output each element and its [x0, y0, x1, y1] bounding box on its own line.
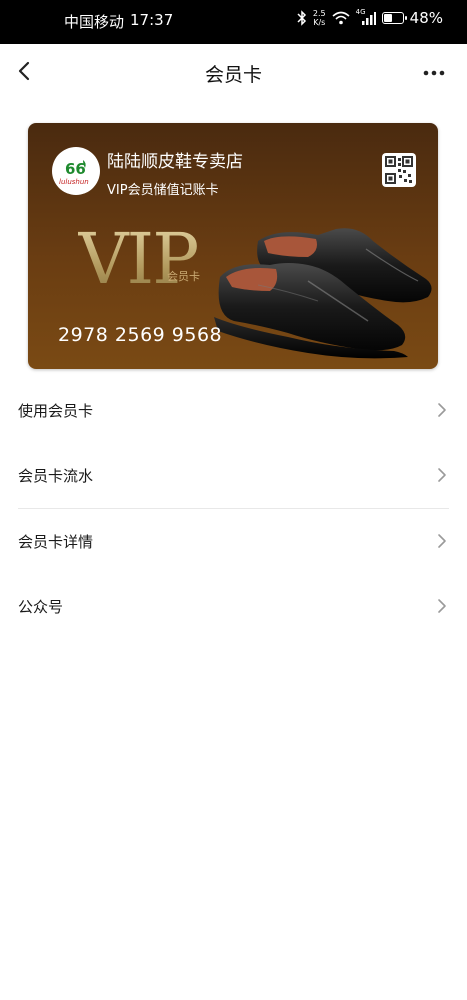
card-number: 2978 2569 9568: [58, 324, 223, 346]
page-title: 会员卡: [204, 64, 262, 86]
bluetooth-icon: [297, 10, 306, 26]
qr-code-icon: [385, 156, 413, 184]
battery-percent: 48%: [409, 9, 443, 27]
membership-card[interactable]: 66 lulushun 陆陆顺皮鞋专卖店 VIP会员储值记账卡 VIP 会员卡: [28, 123, 438, 369]
menu-item-label: 会员卡流水: [18, 467, 94, 485]
vip-text: VIP: [78, 218, 199, 300]
chevron-right-icon: [438, 534, 446, 548]
shoes-image: [214, 228, 432, 359]
clock: 17:37: [130, 11, 174, 29]
signal-bars-icon: [361, 12, 376, 25]
shop-logo-graphic: 66 lulushun: [53, 148, 99, 194]
chevron-right-icon: [438, 599, 446, 613]
vip-subtitle: 会员卡: [167, 270, 200, 283]
status-left: 中国移动 17:37: [64, 11, 173, 32]
status-bar: 中国移动 17:37 2.5 K/s 4G 48%: [0, 0, 467, 44]
chevron-right-icon: [438, 403, 446, 417]
carrier-label: 中国移动: [64, 13, 125, 31]
cell-signal: 4G: [356, 8, 376, 25]
more-options-button[interactable]: [419, 58, 449, 88]
battery-icon: [381, 12, 407, 24]
shop-logo: 66 lulushun: [52, 147, 100, 195]
menu-item-label: 公众号: [18, 598, 64, 616]
net-speed-unit: K/s: [313, 18, 326, 27]
qr-code-button[interactable]: [382, 153, 416, 187]
shop-name: 陆陆顺皮鞋专卖店: [107, 152, 243, 172]
battery-fill: [383, 14, 392, 22]
svg-text:66: 66: [65, 160, 86, 178]
more-dots-icon: [423, 70, 445, 76]
card-type-label: VIP会员储值记账卡: [107, 183, 219, 198]
menu-official-account[interactable]: 公众号: [0, 574, 467, 639]
net-speed: 2.5 K/s: [313, 9, 326, 27]
net-speed-value: 2.5: [312, 9, 326, 18]
svg-text:lulushun: lulushun: [59, 178, 89, 186]
menu-item-label: 使用会员卡: [18, 402, 94, 420]
card-menu: 使用会员卡 会员卡流水 会员卡详情 公众号: [0, 378, 467, 639]
chevron-right-icon: [438, 468, 446, 482]
menu-card-transactions[interactable]: 会员卡流水: [0, 443, 467, 508]
menu-item-label: 会员卡详情: [18, 533, 94, 551]
menu-card-details[interactable]: 会员卡详情: [0, 509, 467, 574]
wifi-icon: [332, 11, 350, 25]
nav-bar: 会员卡: [0, 44, 467, 102]
status-right: 2.5 K/s 4G 48%: [297, 8, 443, 27]
menu-use-card[interactable]: 使用会员卡: [0, 378, 467, 443]
